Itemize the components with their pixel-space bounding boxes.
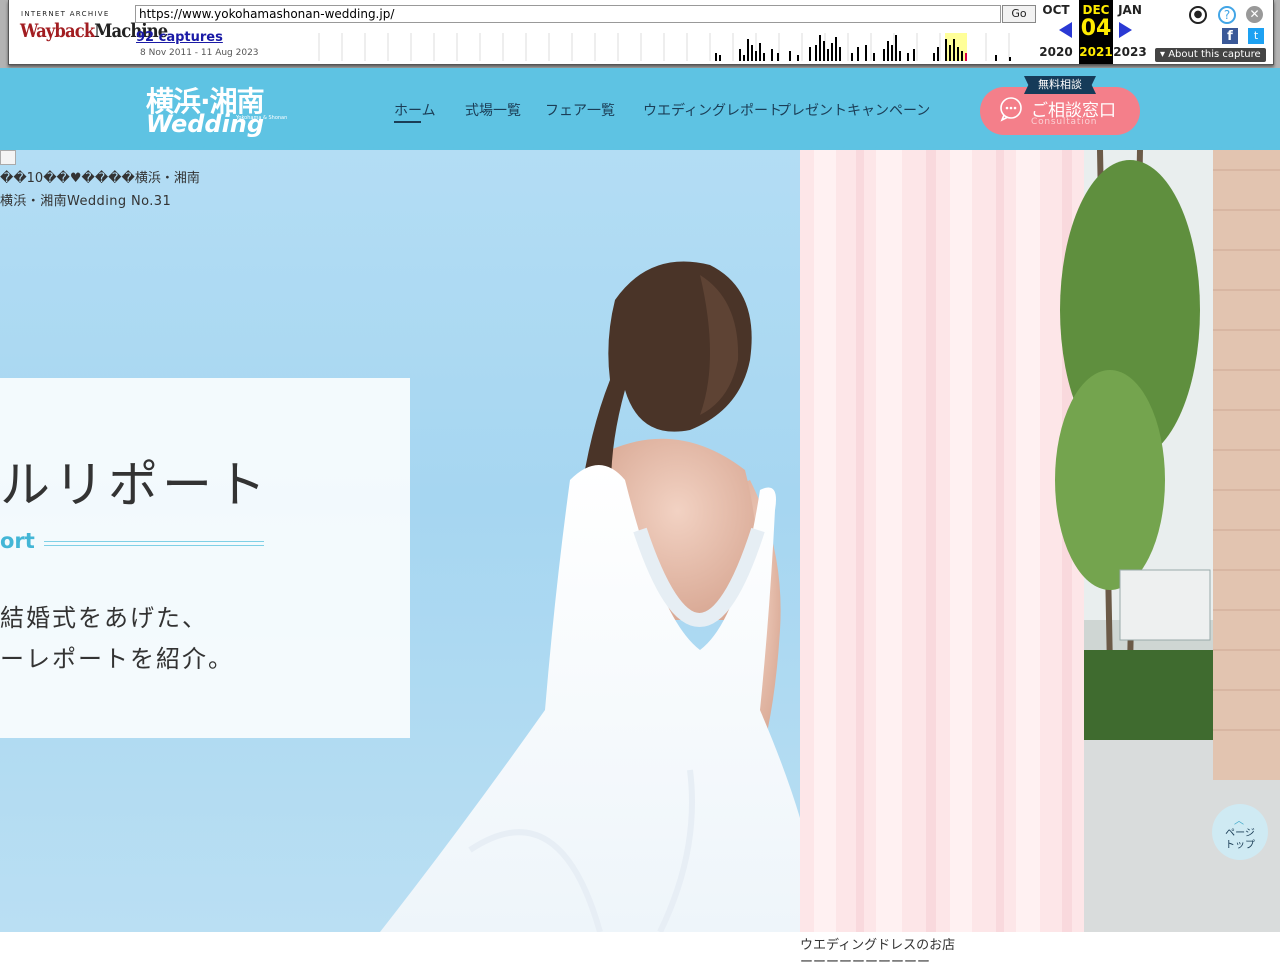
current-year-label: 2021 bbox=[1079, 45, 1113, 59]
next-month-label: JAN bbox=[1118, 3, 1142, 17]
hero-title: ルリポート bbox=[0, 456, 270, 514]
prev-month-label: OCT bbox=[1042, 3, 1070, 17]
nav-venues[interactable]: 式場一覧 bbox=[465, 100, 521, 120]
wayback-logo-a: Wayback bbox=[20, 20, 95, 42]
facebook-icon[interactable]: f bbox=[1222, 28, 1238, 44]
hero-divider bbox=[44, 541, 264, 542]
current-day-label: 04 bbox=[1080, 16, 1112, 41]
page-top-label: ページトップ bbox=[1225, 828, 1255, 851]
current-month-label: DEC bbox=[1082, 3, 1110, 17]
capture-date-range: 8 Nov 2011 - 11 Aug 2023 bbox=[140, 48, 259, 58]
twitter-icon[interactable]: t bbox=[1248, 28, 1264, 44]
help-icon[interactable]: ? bbox=[1218, 6, 1236, 24]
nav-wedding-report[interactable]: ウエディングレポート bbox=[643, 100, 782, 120]
prev-capture-arrow-icon[interactable] bbox=[1059, 22, 1072, 38]
hero-divider-2 bbox=[44, 545, 264, 546]
prev-year-label: 2020 bbox=[1039, 45, 1073, 59]
next-year-label: 2023 bbox=[1113, 45, 1147, 59]
hero-caption-issue: 横浜・湘南Wedding No.31 bbox=[0, 194, 172, 209]
wayback-toolbar: INTERNET ARCHIVE WaybackMachine https://… bbox=[0, 0, 1280, 68]
consultation-sublabel: Consultation bbox=[1031, 117, 1098, 127]
chat-bubble-icon bbox=[1000, 97, 1022, 122]
broken-image-icon bbox=[0, 150, 16, 165]
wayback-url-input[interactable]: https://www.yokohamashonan-wedding.jp/ bbox=[135, 5, 1001, 23]
user-icon[interactable]: ● bbox=[1189, 6, 1207, 24]
next-capture-arrow-icon[interactable] bbox=[1119, 22, 1132, 38]
capture-sparkline[interactable] bbox=[309, 33, 1035, 61]
nav-fairs[interactable]: フェア一覧 bbox=[545, 100, 615, 120]
wayback-go-button[interactable]: Go bbox=[1002, 5, 1036, 23]
wayback-toolbar-panel: INTERNET ARCHIVE WaybackMachine https://… bbox=[8, 0, 1274, 65]
about-capture-button[interactable]: ▾ About this capture bbox=[1155, 48, 1266, 62]
hero-next-slide[interactable] bbox=[800, 150, 1280, 932]
hero-description-line1: 結婚式をあげた、 bbox=[0, 604, 208, 632]
hero-caption-alt-text: ��10��♥����横浜・湘南 bbox=[0, 171, 200, 186]
curtain-street-illustration bbox=[800, 150, 1280, 932]
close-icon[interactable]: ✕ bbox=[1246, 6, 1263, 23]
wayback-logo-caption: INTERNET ARCHIVE bbox=[21, 10, 110, 18]
site-logo-subtext: Yokohama & Shonan bbox=[236, 115, 288, 121]
nav-home[interactable]: ホーム bbox=[394, 100, 436, 120]
slide-caption-line2: ーーーーーーーーーー bbox=[800, 955, 931, 970]
hero-text-card bbox=[0, 378, 410, 738]
hero-description-line2: ーレポートを紹介。 bbox=[0, 645, 234, 673]
free-consult-tag: 無料相談 bbox=[1024, 76, 1096, 94]
nav-active-indicator bbox=[394, 121, 421, 123]
current-capture-date: DEC 04 2021 bbox=[1079, 0, 1113, 64]
captures-link[interactable]: 92 captures bbox=[136, 30, 223, 45]
chevron-up-icon: ︿ bbox=[1234, 816, 1244, 827]
hero-subtitle: ort bbox=[0, 529, 35, 553]
nav-present-campaign[interactable]: プレゼントキャンペーン bbox=[777, 100, 930, 120]
